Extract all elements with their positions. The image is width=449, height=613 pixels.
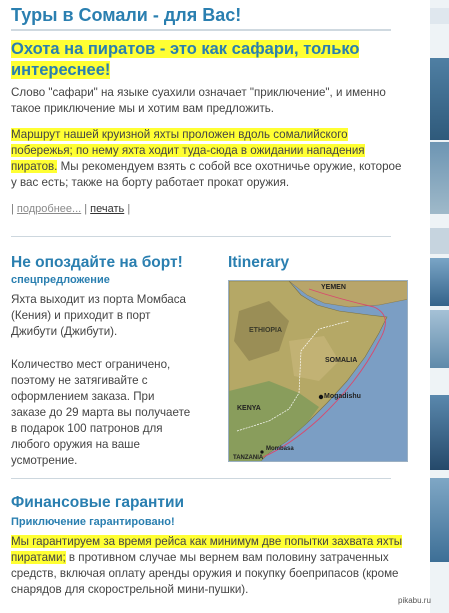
sidebar-thumb <box>430 310 449 368</box>
map-label-somalia: SOMALIA <box>325 357 358 364</box>
boarding-line: (Кения) и приходит в порт <box>11 309 151 322</box>
sidebar-thumb <box>430 58 449 140</box>
guarantee-line: средств, включая оплату аренды оружия и … <box>11 567 399 580</box>
boarding-line: оформлением заказа. При <box>11 390 155 403</box>
article-intro: Слово "сафари" на языке суахили означает… <box>11 85 403 117</box>
title-divider <box>11 29 391 31</box>
guarantee-line: снарядов для скорострельной мини-пушки). <box>11 583 249 596</box>
boarding-paragraph-1: Яхта выходит из порта Момбаса (Кения) и … <box>11 292 211 340</box>
guarantees-text: Мы гарантируем за время рейса как миниму… <box>11 534 403 598</box>
guarantee-line: в противном случае мы вернем вам половин… <box>65 551 389 564</box>
sidebar-thumb <box>430 8 449 24</box>
route-line: у вас есть; также на борту работает прок… <box>11 176 290 189</box>
mogadishu-marker <box>318 394 324 400</box>
section-divider <box>11 236 391 237</box>
intro-line: такое приключение мы и хотим вам предлож… <box>11 102 275 115</box>
article-route: Маршрут нашей круизной яхты проложен вдо… <box>11 127 403 191</box>
guarantees-subheading: Приключение гарантировано! <box>11 516 175 528</box>
itinerary-map: YEMEN ETHIOPIA SOMALIA KENYA Mogadishu M… <box>228 280 408 462</box>
article-heading-line1: Охота на пиратов - это как сафари, тольк… <box>11 40 360 58</box>
intro-line: Слово "сафари" на языке суахили означает… <box>11 86 386 99</box>
link-separator: | <box>11 203 14 215</box>
guarantee-line: пиратами; <box>11 551 66 564</box>
sidebar-thumb <box>430 395 449 470</box>
boarding-paragraph-2: Количество мест ограничено, поэтому не з… <box>11 357 211 469</box>
map-label-kenya: KENYA <box>237 405 261 412</box>
boarding-line: Яхта выходит из порта Момбаса <box>11 293 186 306</box>
map-label-ethiopia: ETHIOPIA <box>249 327 283 334</box>
route-line: Мы рекомендуем взять с собой все охотнич… <box>57 160 402 173</box>
route-line: пиратов. <box>11 160 58 173</box>
route-line: Маршрут нашей круизной яхты проложен вдо… <box>11 128 348 141</box>
main-content: Туры в Сомали - для Вас! Охота на пирато… <box>0 0 422 613</box>
sidebar-thumb <box>430 478 449 562</box>
boarding-subheading: спецпредложение <box>11 274 110 286</box>
link-separator: | <box>127 203 131 215</box>
sidebar-thumb <box>430 258 449 306</box>
map-label-mogadishu: Mogadishu <box>324 393 361 400</box>
boarding-line: в подарок 100 патронов для <box>11 422 163 435</box>
guarantee-line: Мы гарантируем за время рейса как миниму… <box>11 535 403 548</box>
read-more-link[interactable]: подробнее... <box>17 203 81 215</box>
boarding-line: Количество мест ограничено, <box>11 358 171 371</box>
article-heading-line2: интереснее! <box>11 61 111 79</box>
guarantees-heading: Финансовые гарантии <box>11 494 185 511</box>
boarding-line: заказе до 29 марта вы получаете <box>11 406 191 419</box>
boarding-heading: Не опоздайте на борт! <box>11 254 183 271</box>
map-label-mombasa: Mombasa <box>266 446 294 452</box>
map-label-tanzania: TANZANIA <box>233 455 264 461</box>
sidebar-thumb <box>430 228 449 254</box>
sidebar-thumb <box>430 142 449 214</box>
page-title: Туры в Сомали - для Вас! <box>11 5 242 25</box>
itinerary-heading: Itinerary <box>228 254 290 271</box>
map-label-yemen: YEMEN <box>321 284 346 291</box>
boarding-line: усмотрение. <box>11 454 78 467</box>
mombasa-marker <box>260 450 264 454</box>
print-link[interactable]: печать <box>90 203 124 215</box>
boarding-line: поэтому не затягивайте с <box>11 374 148 387</box>
article-links: | подробнее... | печать | <box>11 203 130 215</box>
watermark: pikabu.ru <box>398 596 431 605</box>
article-heading: Охота на пиратов - это как сафари, тольк… <box>11 39 391 81</box>
route-line: побережья; по нему яхта ходит туда-сюда … <box>11 144 365 157</box>
map-graphic <box>229 281 407 461</box>
boarding-line: любого оружия на ваше <box>11 438 140 451</box>
boarding-line: Джибути (Джибути). <box>11 325 118 338</box>
section-divider <box>11 478 391 479</box>
link-separator: | <box>84 203 88 215</box>
